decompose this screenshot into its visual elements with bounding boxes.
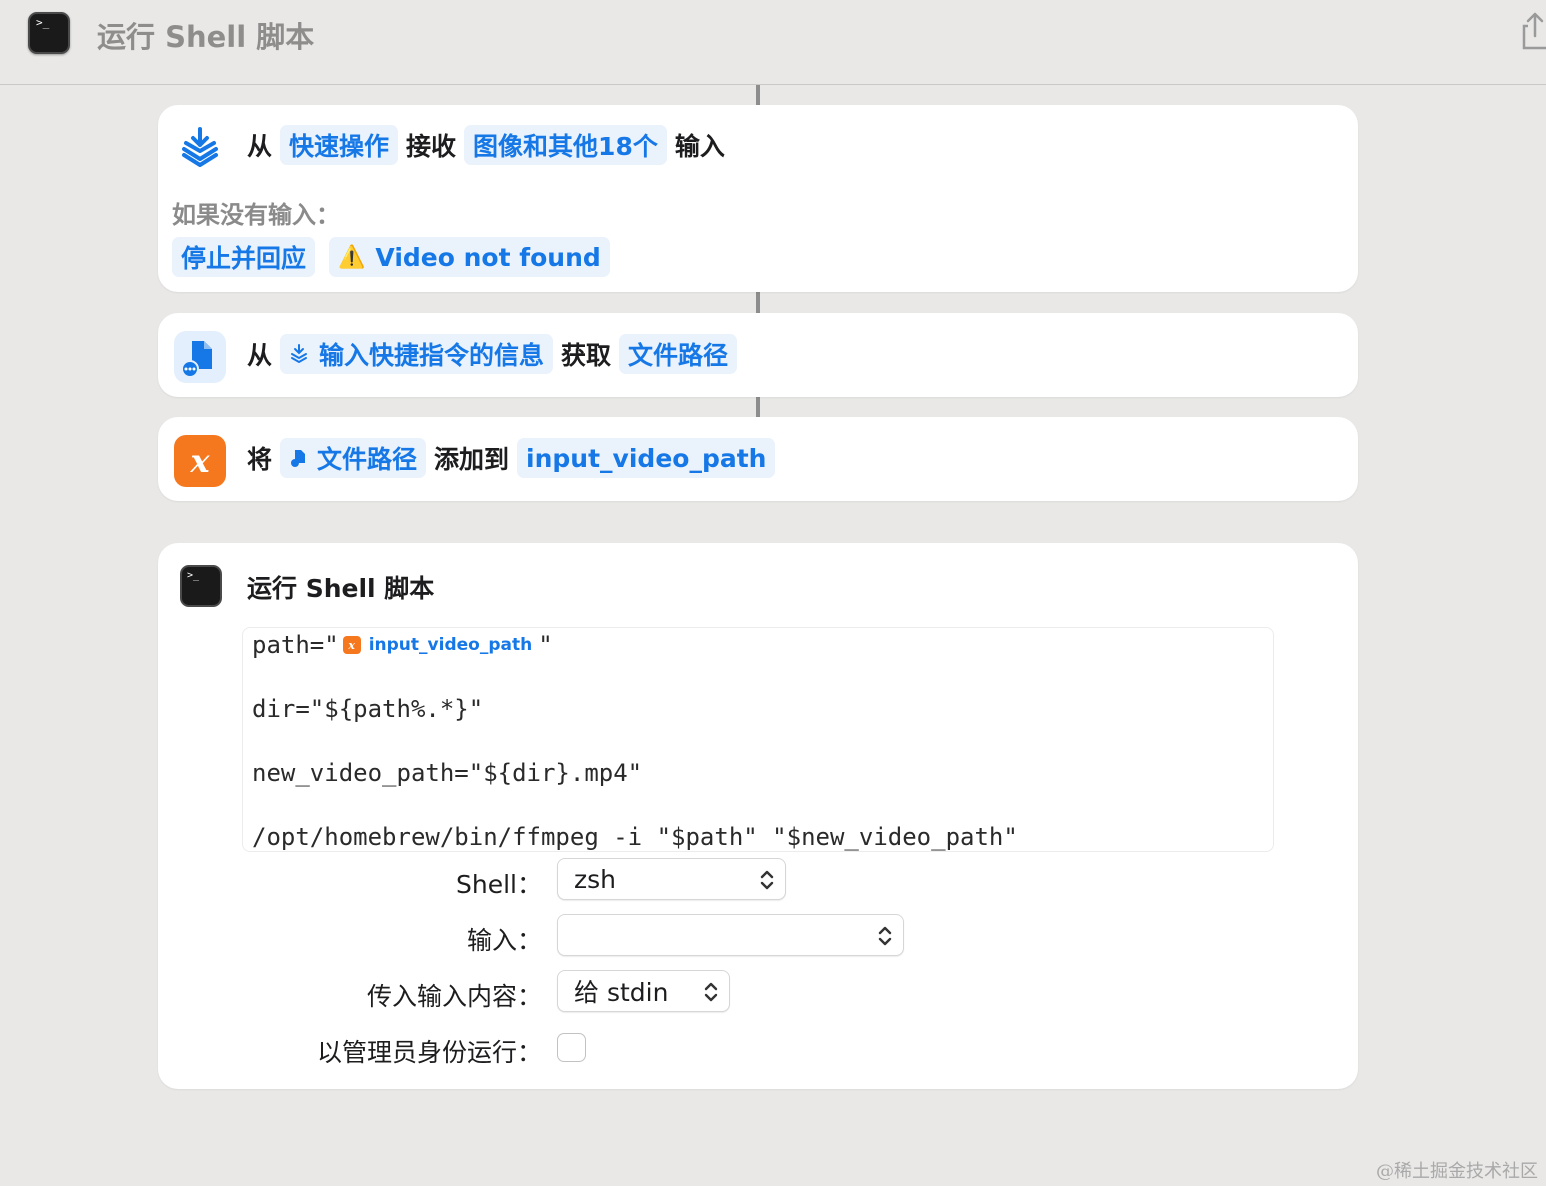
response-message-text: Video not found bbox=[375, 242, 601, 272]
watermark: @稀土掘金技术社区 bbox=[1376, 1161, 1538, 1182]
file-path-variable-token[interactable]: 文件路径 bbox=[280, 438, 427, 478]
code-line-1: path=" x input_video_path " bbox=[252, 628, 553, 662]
code-line-2: dir="${path%.*}" bbox=[252, 695, 484, 723]
chevron-up-down-icon bbox=[704, 982, 718, 1002]
word-from: 从 bbox=[247, 132, 273, 161]
source-token[interactable]: 快速操作 bbox=[280, 125, 399, 165]
no-input-row: 停止并回应 ⚠️ Video not found bbox=[172, 237, 618, 277]
shell-select-value: zsh bbox=[574, 864, 616, 894]
word-add-to: 添加到 bbox=[434, 445, 510, 474]
input-types-token[interactable]: 图像和其他18个 bbox=[464, 125, 667, 165]
shortcut-input-label: 输入快捷指令的信息 bbox=[319, 341, 545, 370]
run-as-admin-checkbox[interactable] bbox=[557, 1033, 586, 1062]
file-path-detail-token[interactable]: 文件路径 bbox=[619, 334, 738, 374]
variable-x-icon: x bbox=[174, 435, 226, 487]
get-file-details-icon bbox=[174, 331, 226, 383]
script-editor[interactable]: path=" x input_video_path " dir="${path%… bbox=[242, 627, 1274, 852]
variable-name: input_video_path bbox=[368, 635, 533, 655]
warning-icon: ⚠️ bbox=[338, 244, 366, 270]
code-text: " bbox=[538, 631, 553, 659]
connector-line bbox=[756, 397, 760, 417]
stop-and-respond-token[interactable]: 停止并回应 bbox=[172, 237, 316, 277]
terminal-icon: >_ bbox=[28, 12, 70, 54]
run-shell-script-action[interactable]: >_ 运行 Shell 脚本 path=" x input_video_path… bbox=[158, 543, 1358, 1089]
get-details-sentence: 从 输入快捷指令的信息 获取 文件路径 bbox=[247, 334, 745, 374]
code-text: path=" bbox=[252, 631, 339, 659]
connector-line bbox=[756, 292, 760, 313]
add-to-variable-action[interactable]: x 将 文件路径 添加到 input_video_path bbox=[158, 417, 1358, 501]
chevron-up-down-icon bbox=[878, 926, 892, 946]
shortcut-input-token[interactable]: 输入快捷指令的信息 bbox=[280, 334, 554, 374]
word-receive: 接收 bbox=[406, 132, 457, 161]
variable-x-icon: x bbox=[342, 636, 361, 654]
pass-input-label: 传入输入内容： bbox=[366, 982, 542, 1011]
word-add: 将 bbox=[247, 445, 273, 474]
terminal-icon: >_ bbox=[180, 565, 222, 607]
run-as-admin-label: 以管理员身份运行： bbox=[316, 1038, 542, 1067]
shell-card-title: 运行 Shell 脚本 bbox=[247, 574, 435, 603]
pass-input-select[interactable]: 给 stdin bbox=[557, 970, 730, 1012]
receive-input-icon bbox=[182, 127, 218, 167]
code-line-3: new_video_path="${dir}.mp4" bbox=[252, 759, 643, 787]
connector-line bbox=[756, 85, 760, 105]
shell-label: Shell： bbox=[456, 870, 542, 899]
input-label: 输入： bbox=[466, 926, 542, 955]
receive-input-action[interactable]: 从 快速操作 接收 图像和其他18个 输入 如果没有输入： 停止并回应 ⚠️ V… bbox=[158, 105, 1358, 292]
window-title: 运行 Shell 脚本 bbox=[97, 20, 315, 54]
receive-input-sentence: 从 快速操作 接收 图像和其他18个 输入 bbox=[247, 125, 733, 165]
title-bar: >_ 运行 Shell 脚本 bbox=[0, 0, 1546, 85]
code-line-4: /opt/homebrew/bin/ffmpeg -i "$path" "$ne… bbox=[252, 823, 1018, 851]
file-path-variable-label: 文件路径 bbox=[317, 445, 418, 474]
word-get: 获取 bbox=[561, 341, 612, 370]
shortcut-input-icon bbox=[291, 344, 308, 364]
variable-name-token[interactable]: input_video_path bbox=[517, 438, 776, 478]
chevron-up-down-icon bbox=[760, 870, 774, 890]
add-variable-sentence: 将 文件路径 添加到 input_video_path bbox=[247, 438, 783, 478]
word-from: 从 bbox=[247, 341, 273, 370]
no-input-label: 如果没有输入： bbox=[172, 201, 340, 229]
input-select[interactable] bbox=[557, 914, 904, 956]
word-input: 输入 bbox=[674, 132, 725, 161]
shell-select[interactable]: zsh bbox=[557, 858, 786, 900]
input-video-path-variable[interactable]: x input_video_path bbox=[342, 635, 533, 655]
response-message-token[interactable]: ⚠️ Video not found bbox=[329, 237, 610, 277]
get-details-action[interactable]: 从 输入快捷指令的信息 获取 文件路径 bbox=[158, 313, 1358, 397]
file-detail-icon bbox=[291, 450, 306, 467]
pass-input-select-value: 给 stdin bbox=[574, 978, 669, 1007]
share-icon[interactable] bbox=[1518, 10, 1546, 50]
